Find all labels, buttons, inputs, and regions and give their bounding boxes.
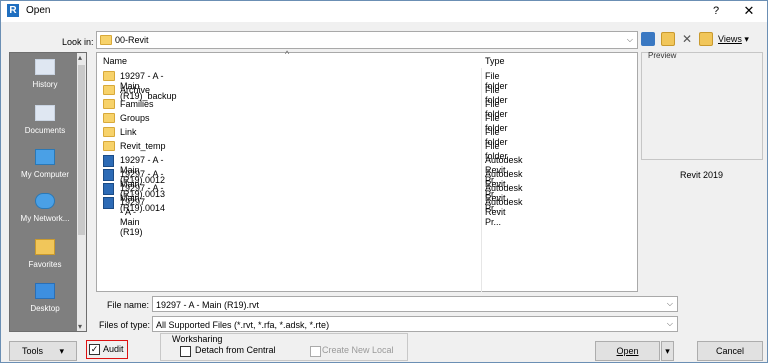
file-name-value: 19297 - A - Main (R19).rvt — [156, 300, 260, 310]
help-button[interactable]: ? — [706, 2, 726, 20]
create-new-local-checkbox — [310, 346, 321, 357]
folder-icon — [103, 85, 115, 95]
places-bar: History Documents My Computer My Network… — [9, 52, 87, 332]
new-folder-icon[interactable] — [699, 32, 713, 46]
folder-icon — [103, 99, 115, 109]
open-label: Open — [616, 346, 639, 356]
caret-down-icon: ▾ — [665, 346, 670, 356]
back-icon[interactable] — [641, 32, 655, 46]
close-button[interactable]: ✕ — [738, 2, 760, 20]
create-new-local-label: Create New Local — [322, 345, 394, 355]
place-label: My Network... — [20, 214, 70, 223]
folder-icon — [103, 141, 115, 151]
detach-from-central-label: Detach from Central — [195, 345, 276, 355]
detach-from-central-checkbox[interactable] — [180, 346, 191, 357]
desktop-icon — [35, 283, 55, 299]
computer-icon — [35, 149, 55, 165]
item-name: Families — [120, 99, 154, 109]
item-name: Archive — [120, 85, 151, 95]
favorites-icon — [35, 239, 55, 255]
column-header-type[interactable]: Type — [485, 56, 505, 71]
item-name: Link — [120, 127, 137, 137]
place-documents[interactable]: Documents — [10, 105, 80, 135]
file-name-label: File name: — [107, 300, 150, 310]
place-label: Documents — [24, 126, 66, 135]
look-in-label: Look in: — [62, 37, 94, 47]
rvt-file-icon — [103, 169, 114, 181]
tools-label: Tools — [21, 346, 43, 356]
tools-button[interactable]: Tools ▾ — [9, 341, 77, 361]
window-title: Open — [26, 5, 51, 16]
place-my-computer[interactable]: My Computer — [10, 149, 80, 179]
views-menu[interactable]: Views ▾ — [718, 34, 749, 45]
chevron-down-icon[interactable]: ⌵ — [667, 299, 673, 309]
cancel-button[interactable]: Cancel — [697, 341, 763, 361]
cancel-label: Cancel — [715, 346, 744, 356]
file-list: Name ^ Type 19297 - A - Main (R19)_backu… — [96, 49, 638, 292]
folder-icon — [100, 35, 112, 45]
place-label: My Computer — [20, 170, 69, 179]
place-label: Desktop — [30, 304, 60, 313]
place-label: Favorites — [28, 260, 62, 269]
file-type-value: All Supported Files (*.rvt, *.rfa, *.ads… — [156, 320, 330, 330]
item-name: Revit_temp — [120, 141, 166, 151]
worksharing-legend: Worksharing — [170, 334, 225, 344]
network-icon — [35, 193, 55, 209]
places-scrollbar[interactable]: ▴ ▾ — [77, 53, 86, 331]
folder-icon — [103, 113, 115, 123]
revit-app-icon: R — [7, 4, 19, 17]
rvt-file-icon — [103, 155, 114, 167]
scroll-up-icon[interactable]: ▴ — [78, 53, 82, 62]
place-history[interactable]: History — [10, 59, 80, 89]
audit-label: Audit — [103, 344, 124, 354]
views-label: Views — [718, 34, 742, 44]
item-name: Groups — [120, 113, 150, 123]
delete-icon[interactable]: ✕ — [680, 32, 694, 46]
look-in-value: 00-Revit — [115, 35, 149, 45]
revit-version-label: Revit 2019 — [680, 170, 724, 180]
chevron-down-icon: ⌵ — [626, 35, 633, 44]
rvt-file-icon — [103, 197, 114, 209]
item-type: Autodesk Revit Pr... — [485, 197, 523, 227]
file-type-label: Files of type: — [99, 320, 151, 330]
up-folder-icon[interactable] — [661, 32, 675, 46]
caret-down-icon: ▾ — [59, 346, 65, 356]
open-button[interactable]: Open — [595, 341, 660, 361]
history-icon — [35, 59, 55, 75]
item-name: 19297 - A - Main (R19) — [120, 197, 146, 237]
place-desktop[interactable]: Desktop — [10, 283, 80, 313]
sort-ascending-icon: ^ — [285, 49, 290, 59]
rvt-file-icon — [103, 183, 114, 195]
audit-checkbox[interactable]: ✓ — [89, 344, 100, 355]
folder-icon — [103, 71, 115, 81]
file-name-field[interactable]: 19297 - A - Main (R19).rvt ⌵ — [152, 296, 678, 312]
caret-down-icon: ▾ — [744, 34, 749, 44]
chevron-down-icon[interactable]: ⌵ — [667, 319, 673, 329]
documents-icon — [35, 105, 55, 121]
preview-pane — [641, 52, 763, 160]
place-favorites[interactable]: Favorites — [10, 239, 80, 269]
folder-icon — [103, 127, 115, 137]
look-in-combo[interactable]: 00-Revit ⌵ — [96, 31, 638, 49]
preview-label: Preview — [648, 51, 677, 60]
file-type-select[interactable]: All Supported Files (*.rvt, *.rfa, *.ads… — [152, 316, 678, 332]
scroll-thumb[interactable] — [78, 65, 85, 235]
place-label: History — [32, 80, 58, 89]
title-bar — [1, 1, 767, 22]
column-header-name[interactable]: Name — [103, 56, 127, 71]
column-divider — [481, 68, 482, 292]
place-my-network[interactable]: My Network... — [10, 193, 80, 223]
open-dropdown-button[interactable]: ▾ — [661, 341, 674, 361]
scroll-down-icon[interactable]: ▾ — [78, 322, 82, 331]
